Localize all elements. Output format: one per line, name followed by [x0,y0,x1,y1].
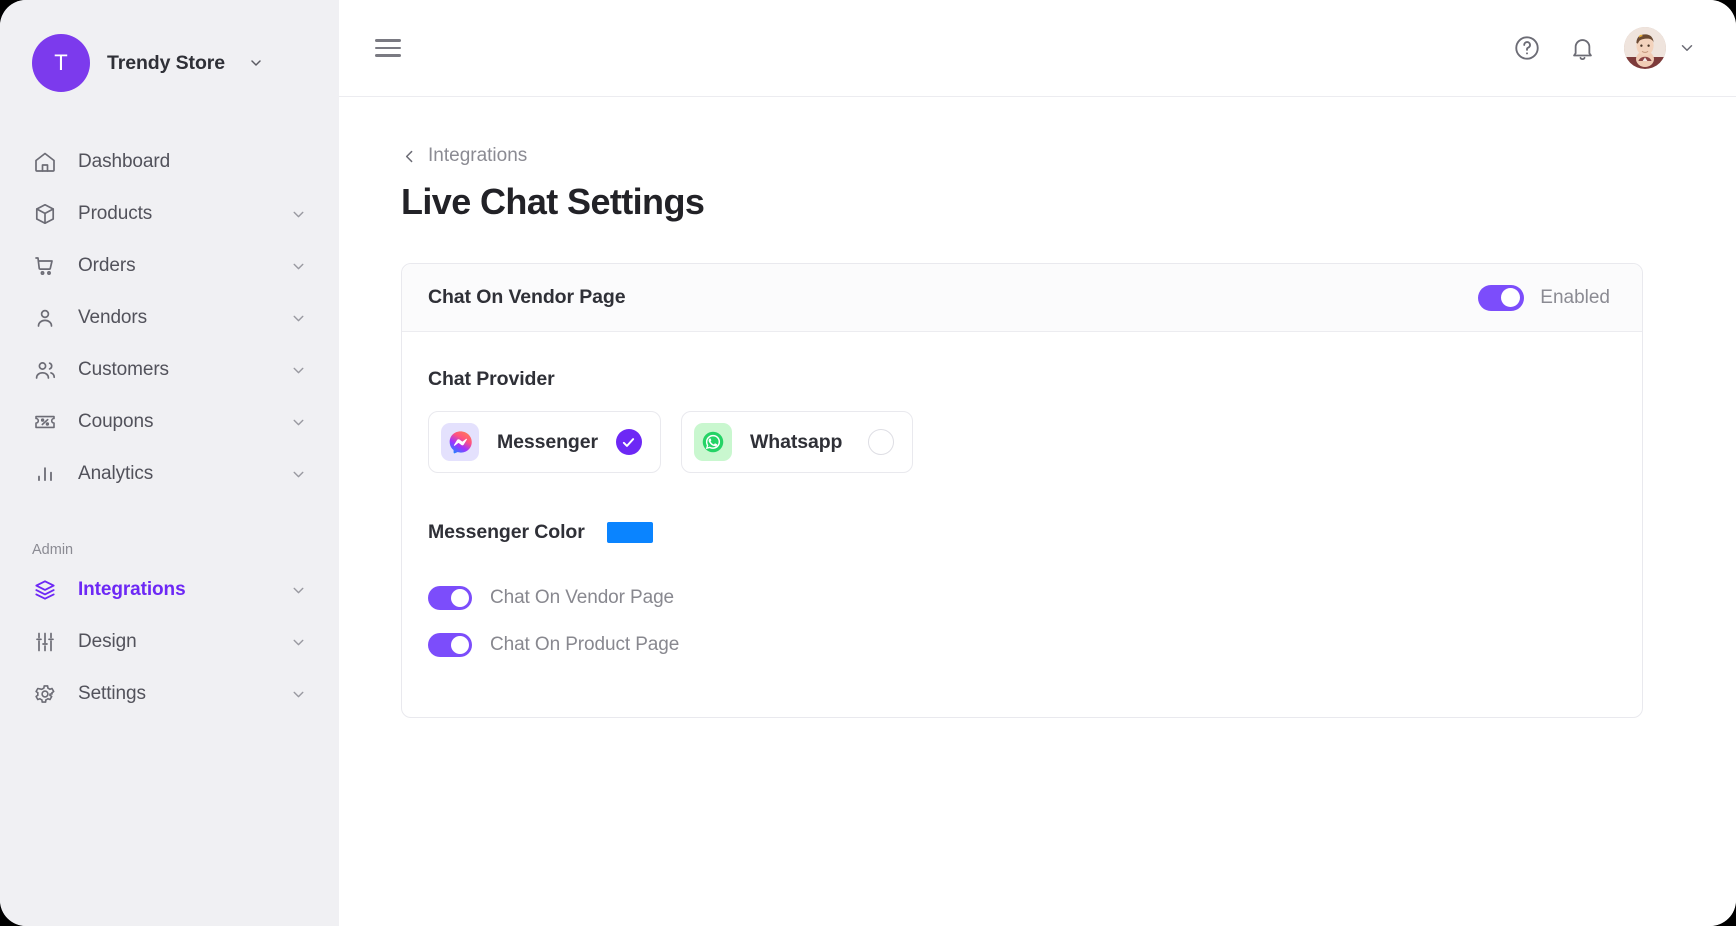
sidebar-nav-admin: Integrations Design Settings [0,564,339,720]
sidebar-nav: Dashboard Products Orders Vendors Custom… [0,136,339,500]
bell-icon[interactable] [1569,35,1596,62]
sidebar-item-dashboard[interactable]: Dashboard [22,136,317,188]
chevron-down-icon[interactable] [290,466,307,483]
sidebar-item-customers[interactable]: Customers [22,344,317,396]
sidebar-item-analytics[interactable]: Analytics [22,448,317,500]
sidebar-item-coupons[interactable]: Coupons [22,396,317,448]
chevron-down-icon[interactable] [290,634,307,651]
sidebar-item-settings[interactable]: Settings [22,668,317,720]
provider-name: Messenger [497,430,598,453]
avatar [1624,27,1666,69]
chevron-down-icon[interactable] [290,582,307,599]
page-toggles: Chat On Vendor Page Chat On Product Page [428,586,1616,657]
topbar [339,0,1736,97]
sidebar: T Trendy Store Dashboard Products Orders… [0,0,339,926]
sidebar-item-label: Design [78,631,137,652]
provider-option-messenger[interactable]: Messenger [428,411,661,473]
chat-provider-options: Messenger Whatsapp [428,411,1616,473]
chevron-down-icon[interactable] [1678,39,1696,57]
sidebar-section-admin-title: Admin [32,542,74,558]
topbar-actions [1513,27,1696,69]
toggle-label: Chat On Product Page [490,634,680,655]
toggle-knob [451,589,469,607]
sidebar-item-label: Analytics [78,463,154,484]
chevron-down-icon [248,55,264,71]
sidebar-item-label: Coupons [78,411,154,432]
check-circle-icon[interactable] [615,429,642,455]
breadcrumb[interactable]: Integrations [401,145,527,167]
gear-icon [32,681,58,707]
card-header-controls: Enabled [1478,284,1610,311]
messenger-color-label: Messenger Color [428,521,585,543]
brand-name: Trendy Store [107,51,225,74]
provider-option-whatsapp[interactable]: Whatsapp [680,411,913,473]
messenger-color-row: Messenger Color [428,521,1616,544]
page-content: Integrations Live Chat Settings Chat On … [339,97,1736,926]
brand-avatar: T [32,34,90,92]
sidebar-item-label: Integrations [78,579,186,600]
chevron-down-icon[interactable] [290,414,307,431]
help-circle-icon[interactable] [1513,34,1541,62]
ticket-percent-icon [32,409,58,435]
chat-on-product-page-toggle[interactable] [428,633,472,657]
sidebar-item-integrations[interactable]: Integrations [22,564,317,616]
sidebar-item-label: Customers [78,359,169,380]
sidebar-item-vendors[interactable]: Vendors [22,292,317,344]
sidebar-item-label: Products [78,203,153,224]
toggle-row-chat-on-vendor-page: Chat On Vendor Page [428,586,1616,610]
hamburger-icon[interactable] [375,39,401,57]
chevron-down-icon[interactable] [290,258,307,275]
main-area: Integrations Live Chat Settings Chat On … [339,0,1736,926]
chevron-left-icon[interactable] [401,148,418,165]
chevron-down-icon[interactable] [290,686,307,703]
sidebar-item-label: Dashboard [78,151,171,172]
sliders-icon [32,629,58,655]
chevron-down-icon[interactable] [290,206,307,223]
sidebar-item-label: Vendors [78,307,148,328]
cart-icon [32,253,58,279]
sidebar-item-label: Orders [78,255,136,276]
whatsapp-icon [693,423,732,461]
messenger-color-swatch[interactable] [606,522,653,543]
chevron-down-icon[interactable] [290,310,307,327]
card-title: Chat On Vendor Page [428,286,626,308]
toggle-row-chat-on-product-page: Chat On Product Page [428,633,1616,657]
bar-chart-icon [32,461,58,487]
breadcrumb-label[interactable]: Integrations [428,145,527,167]
toggle-status-label: Enabled [1540,286,1610,308]
sidebar-item-products[interactable]: Products [22,188,317,240]
page-title: Live Chat Settings [401,181,705,222]
messenger-icon [441,423,479,461]
user-icon [32,305,58,331]
toggle-knob [451,636,469,654]
card-body: Chat Provider Messenger Whatsapp Messeng… [402,332,1642,717]
chat-on-vendor-page-toggle[interactable] [428,586,472,610]
user-menu[interactable] [1624,27,1696,69]
provider-name: Whatsapp [749,430,843,453]
toggle-label: Chat On Vendor Page [490,587,675,608]
sidebar-item-label: Settings [78,683,146,704]
chat-on-vendor-page-master-toggle[interactable] [1478,284,1525,311]
sidebar-item-design[interactable]: Design [22,616,317,668]
sidebar-item-orders[interactable]: Orders [22,240,317,292]
live-chat-settings-card: Chat On Vendor Page Enabled Chat Provide… [401,263,1643,718]
users-icon [32,357,58,383]
home-icon [32,149,58,175]
card-header: Chat On Vendor Page Enabled [402,264,1642,332]
brand-switcher[interactable]: T Trendy Store [0,26,339,100]
layers-icon [32,577,58,603]
chevron-down-icon[interactable] [290,362,307,379]
app-window: T Trendy Store Dashboard Products Orders… [0,0,1736,926]
radio-unselected-icon[interactable] [867,429,894,455]
toggle-knob [1501,288,1521,307]
chat-provider-label: Chat Provider [428,368,555,390]
box-icon [32,201,58,227]
